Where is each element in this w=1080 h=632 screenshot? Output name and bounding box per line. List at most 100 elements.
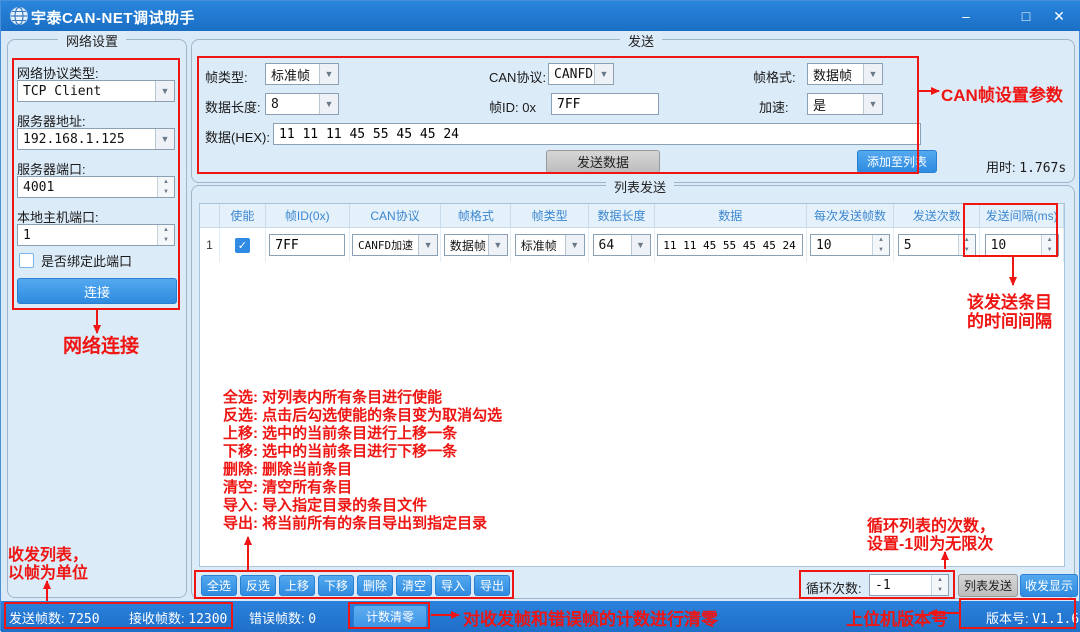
elapsed-row: 用时: 1.767s	[986, 157, 1066, 176]
frame-id-input[interactable]	[551, 93, 659, 115]
can-protocol-select[interactable]: CANFD ▼	[548, 63, 614, 85]
rx-tx-display-button[interactable]: 收发显示	[1020, 574, 1078, 597]
row-can-protocol-select[interactable]: CANFD加速▼	[352, 234, 438, 256]
instruction-line: 下移: 选中的当前条目进行下移一条	[223, 443, 502, 461]
chevron-down-icon: ▼	[565, 235, 584, 255]
instruction-line: 反选: 点击后勾选使能的条目变为取消勾选	[223, 407, 502, 425]
import-button[interactable]: 导入	[435, 575, 471, 596]
local-port-stepper[interactable]: 1 ▲▼	[17, 224, 175, 246]
instruction-line: 导出: 将当前所有的条目导出到指定目录	[223, 515, 502, 533]
clear-button[interactable]: 清空	[396, 575, 432, 596]
spinner-arrows-icon[interactable]: ▲▼	[157, 225, 174, 245]
col-can-protocol: CAN协议	[350, 204, 442, 228]
instruction-line: 清空: 清空所有条目	[223, 479, 502, 497]
interval-note-line2: 的时间间隔	[967, 307, 1052, 332]
send-data-button[interactable]: 发送数据	[546, 150, 660, 173]
add-to-list-button[interactable]: 添加至列表	[857, 150, 937, 173]
row-send-count-stepper[interactable]: 5▲▼	[898, 234, 976, 256]
connect-button[interactable]: 连接	[17, 278, 177, 304]
instruction-line: 删除: 删除当前条目	[223, 461, 502, 479]
table-row: 1 ✓ CANFD加速▼ 数据帧▼ 标准帧▼ 64▼ 10▲▼ 5▲▼ 10▲▼	[200, 228, 1064, 262]
chevron-down-icon: ▼	[488, 235, 507, 255]
close-button[interactable]: ✕	[1044, 1, 1074, 31]
list-send-button[interactable]: 列表发送	[958, 574, 1018, 597]
server-addr-value: 192.168.1.125	[18, 132, 155, 147]
app-globe-icon	[9, 6, 29, 26]
frame-format-label: 帧格式:	[753, 67, 796, 86]
spinner-arrows-icon[interactable]: ▲▼	[157, 177, 174, 197]
chevron-down-icon: ▼	[863, 64, 882, 84]
col-frame-type: 帧类型	[511, 204, 589, 228]
rx-frames: 接收帧数: 12300	[129, 608, 227, 627]
protocol-select[interactable]: TCP Client ▼	[17, 80, 175, 102]
instruction-line: 上移: 选中的当前条目进行上移一条	[223, 425, 502, 443]
table-header-row: 使能 帧ID(0x) CAN协议 帧格式 帧类型 数据长度 数据 每次发送帧数 …	[200, 204, 1064, 228]
col-frame-id: 帧ID(0x)	[266, 204, 350, 228]
chevron-down-icon: ▼	[155, 81, 174, 101]
frame-type-select[interactable]: 标准帧 ▼	[265, 63, 339, 85]
move-down-button[interactable]: 下移	[318, 575, 354, 596]
row-enable-checkbox[interactable]: ✓	[235, 238, 250, 253]
data-length-value: 8	[266, 97, 319, 112]
can-frame-params-note: CAN帧设置参数	[941, 81, 1063, 106]
bind-port-checkbox[interactable]	[19, 253, 34, 268]
row-frame-id-input[interactable]	[269, 234, 345, 256]
frame-format-value: 数据帧	[808, 65, 863, 84]
list-buttons-instructions: 全选: 对列表内所有条目进行使能 反选: 点击后勾选使能的条目变为取消勾选 上移…	[223, 389, 502, 533]
col-send-count: 发送次数	[894, 204, 980, 228]
row-data-input[interactable]	[657, 234, 803, 256]
elapsed-value: 1.767s	[1019, 161, 1066, 176]
row-data-length-select[interactable]: 64▼	[593, 234, 651, 256]
can-protocol-label: CAN协议:	[489, 67, 546, 86]
chevron-down-icon: ▼	[594, 64, 613, 84]
tx-frames: 发送帧数: 7250	[9, 608, 100, 627]
loop-count-stepper[interactable]: -1 ▲▼	[869, 574, 949, 596]
accel-select[interactable]: 是 ▼	[807, 93, 883, 115]
col-index	[200, 204, 220, 228]
row-frame-type-select[interactable]: 标准帧▼	[515, 234, 585, 256]
server-addr-select[interactable]: 192.168.1.125 ▼	[17, 128, 175, 150]
chevron-down-icon: ▼	[319, 94, 338, 114]
rx-tx-list-note-line2: 以帧为单位	[8, 559, 88, 583]
frame-id-label: 帧ID: 0x	[489, 97, 536, 116]
row-frames-per-send-stepper[interactable]: 10▲▼	[810, 234, 890, 256]
spinner-arrows-icon[interactable]: ▲▼	[931, 575, 948, 595]
frame-format-select[interactable]: 数据帧 ▼	[807, 63, 883, 85]
spinner-arrows-icon[interactable]: ▲▼	[1041, 235, 1058, 255]
chevron-down-icon: ▼	[319, 64, 338, 84]
instruction-line: 全选: 对列表内所有条目进行使能	[223, 389, 502, 407]
invert-select-button[interactable]: 反选	[240, 575, 276, 596]
loop-note-line2: 设置-1则为无限次	[867, 530, 993, 554]
col-enable: 使能	[220, 204, 266, 228]
list-send-legend: 列表发送	[606, 177, 674, 196]
delete-button[interactable]: 删除	[357, 575, 393, 596]
elapsed-label: 用时:	[986, 160, 1016, 175]
row-interval-stepper[interactable]: 10▲▼	[985, 234, 1059, 256]
local-port-value: 1	[18, 228, 157, 243]
maximize-button[interactable]: □	[1011, 1, 1041, 31]
col-frame-format: 帧格式	[441, 204, 511, 228]
accel-label: 加速:	[759, 97, 789, 116]
row-index: 1	[206, 238, 213, 252]
version: 版本号: V1.1.6	[986, 608, 1079, 627]
network-connect-note: 网络连接	[63, 331, 139, 358]
can-protocol-value: CANFD	[549, 67, 594, 82]
protocol-value: TCP Client	[18, 84, 155, 99]
accel-value: 是	[808, 95, 863, 114]
minimize-button[interactable]: –	[951, 1, 981, 31]
data-hex-input[interactable]	[273, 123, 921, 145]
frame-type-label: 帧类型:	[205, 67, 248, 86]
titlebar: 宇泰CAN-NET调试助手 – □ ✕	[1, 1, 1080, 31]
data-hex-label: 数据(HEX):	[205, 127, 270, 146]
row-frame-format-select[interactable]: 数据帧▼	[444, 234, 508, 256]
spinner-arrows-icon[interactable]: ▲▼	[872, 235, 889, 255]
export-button[interactable]: 导出	[474, 575, 510, 596]
counter-reset-button[interactable]: 计数清零	[353, 605, 427, 628]
select-all-button[interactable]: 全选	[201, 575, 237, 596]
spinner-arrows-icon[interactable]: ▲▼	[958, 235, 975, 255]
version-note: 上位机版本号	[846, 605, 948, 630]
data-length-select[interactable]: 8 ▼	[265, 93, 339, 115]
col-data-length: 数据长度	[589, 204, 655, 228]
server-port-stepper[interactable]: 4001 ▲▼	[17, 176, 175, 198]
move-up-button[interactable]: 上移	[279, 575, 315, 596]
